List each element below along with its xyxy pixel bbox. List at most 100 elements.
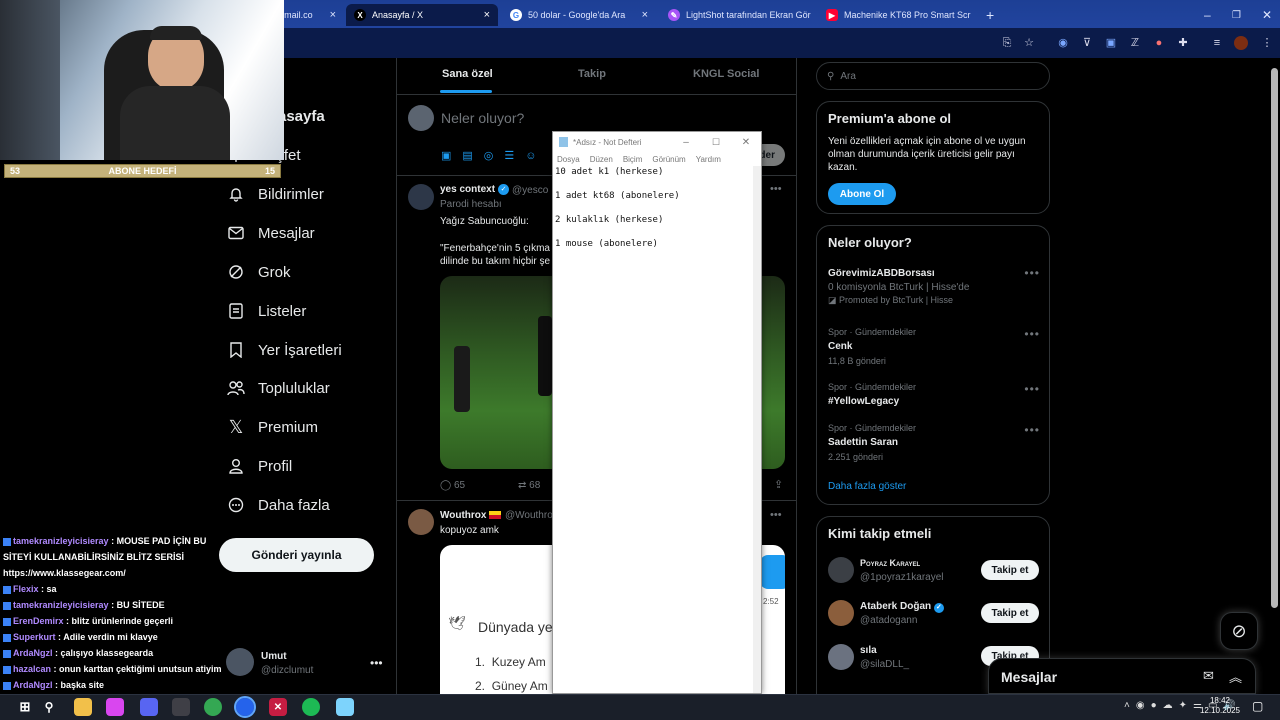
extension-icon[interactable]: ▣ (1104, 36, 1118, 50)
new-tab-button[interactable]: + (978, 4, 1000, 26)
notepad-window[interactable]: *Adsız - Not Defteri – ☐ ✕ Dosya Düzen B… (552, 131, 762, 694)
extension-icon[interactable]: ● (1152, 36, 1166, 50)
discord-icon[interactable] (140, 698, 158, 716)
nav-lists[interactable]: Listeler (226, 301, 306, 321)
close-icon[interactable]: × (971, 9, 974, 21)
extension-icon[interactable]: ℤ (1128, 36, 1142, 50)
more-icon[interactable]: ••• (1024, 382, 1040, 396)
post-button[interactable]: Gönderi yayınla (219, 538, 374, 572)
search-icon[interactable]: ⚲ (40, 698, 58, 716)
nav-grok[interactable]: Grok (226, 262, 291, 282)
notepad-titlebar[interactable]: *Adsız - Not Defteri – ☐ ✕ (553, 132, 761, 152)
chat-username[interactable]: ArdaNgzl (13, 648, 53, 658)
chevron-up-icon[interactable]: ︽ (1229, 667, 1242, 686)
bookmark-star-icon[interactable]: ☆ (1022, 36, 1036, 50)
minimize-button[interactable]: – (671, 137, 701, 148)
obs-icon[interactable] (172, 698, 190, 716)
tab-lightshot[interactable]: ✎ LightShot tarafından Ekran Gör × (660, 4, 814, 26)
menu-file[interactable]: Dosya (557, 155, 580, 164)
extension-icon[interactable]: ◉ (1056, 36, 1070, 50)
notepad-text-area[interactable]: 10 adet k1 (herkese) 1 adet kt68 (abonel… (555, 166, 753, 693)
reply-count[interactable]: ◯ 65 (440, 480, 465, 491)
install-app-icon[interactable]: ⎘ (1000, 36, 1014, 50)
chat-username[interactable]: tamekranizleyicisieray (13, 600, 109, 610)
chat-username[interactable]: hazalcan (13, 664, 51, 674)
x-app-icon[interactable]: ✕ (269, 698, 287, 716)
menu-edit[interactable]: Düzen (590, 155, 613, 164)
scrollbar[interactable] (1271, 68, 1278, 608)
trend-item[interactable]: Spor · Gündemdekiler Sadettin Saran 2.25… (828, 423, 1040, 463)
clock[interactable]: 18:42 12.10.2025 (1198, 696, 1242, 716)
nav-communities[interactable]: Topluluklar (226, 378, 330, 398)
compose-toolbar-icons[interactable]: ▣▤◎☰☺ (441, 149, 547, 162)
show-more-link[interactable]: Daha fazla göster (828, 481, 906, 492)
trend-item[interactable]: Spor · Gündemdekiler Cenk 11,8 B gönderi… (828, 327, 1040, 367)
windows-start-icon[interactable]: ⊞ (16, 698, 34, 716)
more-icon[interactable]: ••• (1024, 423, 1040, 437)
post-author[interactable]: Wouthrox (440, 510, 486, 521)
follow-button[interactable]: Takip et (981, 560, 1039, 580)
notepad-icon[interactable] (336, 698, 354, 716)
follow-name[interactable]: Ataberk Doğan ✓ (860, 601, 944, 613)
close-icon[interactable]: × (322, 9, 336, 21)
nav-bookmarks[interactable]: Yer İşaretleri (226, 340, 342, 360)
extension-icon[interactable]: ⊽ (1080, 36, 1094, 50)
tab-kngl-social[interactable]: KNGL Social (693, 68, 759, 80)
maximize-button[interactable]: ❐ (1224, 4, 1246, 26)
more-menu-icon[interactable]: ⋮ (1260, 36, 1274, 50)
avatar[interactable] (828, 600, 854, 626)
spotify-icon[interactable] (302, 698, 320, 716)
post-more-icon[interactable]: ••• (770, 183, 782, 195)
window-close-button[interactable]: ✕ (1254, 4, 1276, 26)
avatar[interactable] (408, 184, 434, 210)
tab-google-search[interactable]: G 50 dolar - Google'da Ara × (502, 4, 656, 26)
nav-premium[interactable]: 𝕏 Premium (226, 417, 318, 437)
chat-username[interactable]: ErenDemirx (13, 616, 64, 626)
more-icon[interactable]: ••• (1024, 327, 1040, 341)
subscribe-button[interactable]: Abone Ol (828, 183, 896, 205)
post-more-icon[interactable]: ••• (770, 509, 782, 521)
chrome-icon[interactable] (234, 696, 256, 718)
trend-item[interactable]: Spor · Gündemdekiler #YellowLegacy ••• (828, 382, 1040, 412)
follow-button[interactable]: Takip et (981, 603, 1039, 623)
trend-item[interactable]: GörevimizABDBorsası 0 komisyonla BtcTurk… (828, 266, 1040, 310)
avatar[interactable] (226, 648, 254, 676)
grok-icon[interactable]: ⊘ (1220, 612, 1258, 650)
menu-help[interactable]: Yardım (696, 155, 721, 164)
file-explorer-icon[interactable] (74, 698, 92, 716)
puzzle-icon[interactable]: ✚ (1176, 36, 1190, 50)
follow-name[interactable]: Poyraz Karayel (860, 558, 920, 568)
search-input[interactable]: ⚲ Ara (816, 62, 1050, 90)
maximize-button[interactable]: ☐ (701, 137, 731, 148)
follow-name[interactable]: sıla (860, 645, 877, 656)
avatar[interactable] (408, 509, 434, 535)
account-menu-icon[interactable]: ••• (370, 656, 383, 670)
post-handle[interactable]: @Wouthro (505, 510, 553, 521)
chat-username[interactable]: ArdaNgzl (13, 680, 53, 690)
repost-count[interactable]: ⇄ 68 (518, 480, 540, 491)
menu-view[interactable]: Görünüm (652, 155, 685, 164)
close-button[interactable]: ✕ (731, 137, 761, 148)
chrome-icon[interactable] (204, 698, 222, 716)
nav-notifications[interactable]: Bildirimler (226, 184, 324, 204)
avatar[interactable] (828, 557, 854, 583)
close-icon[interactable]: × (634, 9, 648, 21)
chat-username[interactable]: tamekranizleyicisieray (13, 536, 109, 546)
scrollbar[interactable] (753, 166, 761, 693)
messages-drawer[interactable]: Mesajlar ✉ ︽ (988, 658, 1256, 694)
tab-x-home[interactable]: X Anasayfa / X × (346, 4, 498, 26)
avatar[interactable] (828, 644, 854, 670)
compose-input[interactable]: Neler oluyor? (441, 110, 524, 126)
minimize-button[interactable]: – (1196, 4, 1218, 26)
nav-messages[interactable]: Mesajlar (226, 223, 315, 243)
card-button[interactable] (760, 555, 785, 589)
close-icon[interactable]: × (476, 9, 490, 21)
tab-following[interactable]: Takip (578, 68, 606, 80)
notification-icon[interactable]: ▢ (1252, 699, 1263, 713)
chat-username[interactable]: Superkurt (13, 632, 56, 642)
new-message-icon[interactable]: ✉ (1203, 668, 1214, 684)
menu-format[interactable]: Biçim (623, 155, 643, 164)
profile-avatar-icon[interactable] (1234, 36, 1248, 50)
copilot-icon[interactable] (106, 698, 124, 716)
nav-more[interactable]: Daha fazla (226, 495, 330, 515)
